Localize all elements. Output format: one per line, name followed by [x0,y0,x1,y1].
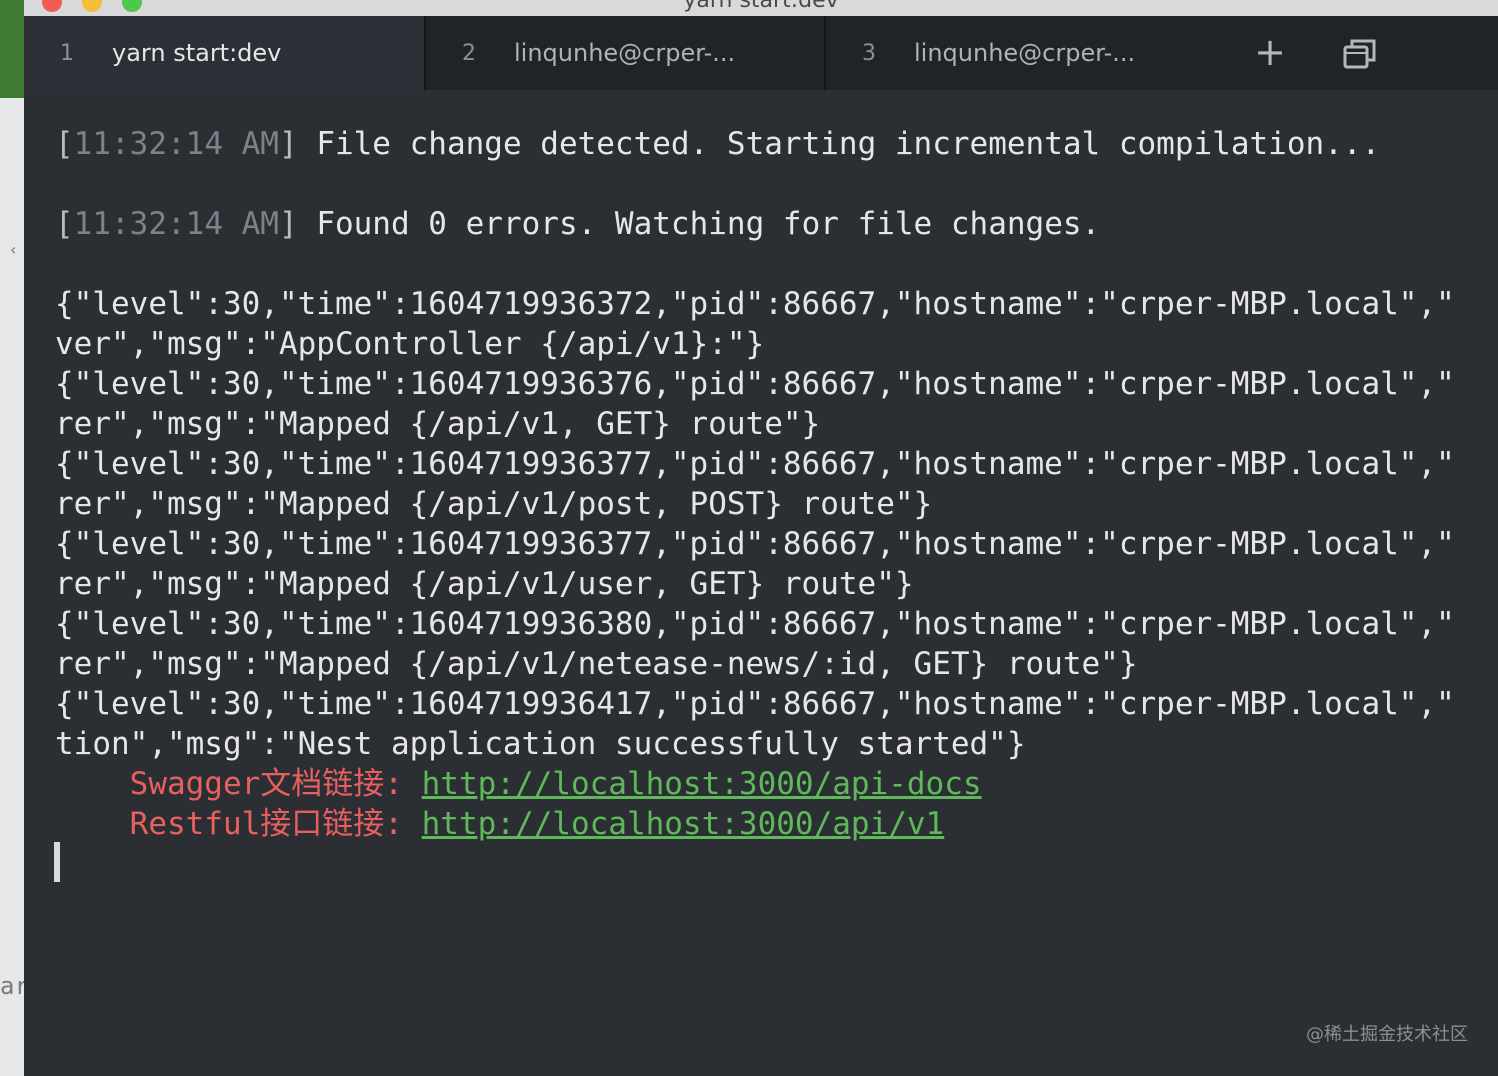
swagger-label: Swagger文档链接: [55,766,422,802]
log-line: {"level":30,"time":1604719936377,"pid":8… [55,526,1455,562]
log-line: {"level":30,"time":1604719936417,"pid":8… [55,686,1455,722]
tab-title: yarn start:dev [112,39,282,67]
log-line: {"level":30,"time":1604719936377,"pid":8… [55,446,1455,482]
log-line: tion","msg":"Nest application successful… [55,726,1026,762]
tab-1[interactable]: 1 yarn start:dev [24,16,424,90]
log-line: {"level":30,"time":1604719936372,"pid":8… [55,286,1455,322]
log-line: {"level":30,"time":1604719936380,"pid":8… [55,606,1455,642]
log-line: rer","msg":"Mapped {/api/v1/user, GET} r… [55,566,914,602]
log-line: {"level":30,"time":1604719936376,"pid":8… [55,366,1455,402]
background-arrow-icon: ‹ [10,240,17,259]
log-line: [11:32:14 AM] File change detected. Star… [55,124,1498,164]
swagger-link[interactable]: http://localhost:3000/api-docs [422,766,982,802]
plus-icon[interactable]: + [1252,33,1288,71]
timestamp-bracket: ] [278,206,298,242]
tab-number: 1 [60,40,74,66]
log-message: File change detected. Starting increment… [297,126,1381,162]
timestamp-bracket: [ [55,126,74,162]
tab-number: 3 [862,40,876,66]
background-desktop [0,0,24,1076]
restful-link-line: Restful接口链接: http://localhost:3000/api/v… [55,804,1498,844]
tab-2[interactable]: 2 linqunhe@crper-... [426,16,824,90]
log-line: rer","msg":"Mapped {/api/v1/netease-news… [55,646,1138,682]
log-line: ver","msg":"AppController {/api/v1}:"} [55,326,765,362]
title-bar: yarn start:dev [24,0,1498,16]
swagger-link-line: Swagger文档链接: http://localhost:3000/api-d… [55,764,1498,804]
timestamp: 11:32:14 [73,126,223,162]
tab-title: linqunhe@crper-... [914,39,1136,67]
window-title: yarn start:dev [683,0,839,13]
tab-bar: 1 yarn start:dev 2 linqunhe@crper-... 3 … [24,16,1498,90]
restful-link[interactable]: http://localhost:3000/api/v1 [422,806,945,842]
watermark: @稀土掘金技术社区 [1306,1024,1468,1045]
restful-label: Restful接口链接: [55,806,422,842]
timestamp-ampm: AM [222,126,279,162]
tab-3[interactable]: 3 linqunhe@crper-... [826,16,1226,90]
tab-number: 2 [462,40,476,66]
window-restore-icon[interactable] [1342,36,1378,72]
log-line: rer","msg":"Mapped {/api/v1, GET} route"… [55,406,821,442]
log-message: Found 0 errors. Watching for file change… [297,206,1101,242]
log-line: rer","msg":"Mapped {/api/v1/post, POST} … [55,486,933,522]
terminal-output[interactable]: [11:32:14 AM] File change detected. Star… [24,90,1498,1076]
timestamp-bracket: ] [278,126,298,162]
text-cursor [54,842,60,882]
log-line: [11:32:14 AM] Found 0 errors. Watching f… [55,204,1498,244]
tab-title: linqunhe@crper-... [514,39,736,67]
timestamp: 11:32:14 [73,206,223,242]
timestamp-bracket: [ [55,206,74,242]
background-green-area [0,0,24,98]
timestamp-ampm: AM [222,206,279,242]
